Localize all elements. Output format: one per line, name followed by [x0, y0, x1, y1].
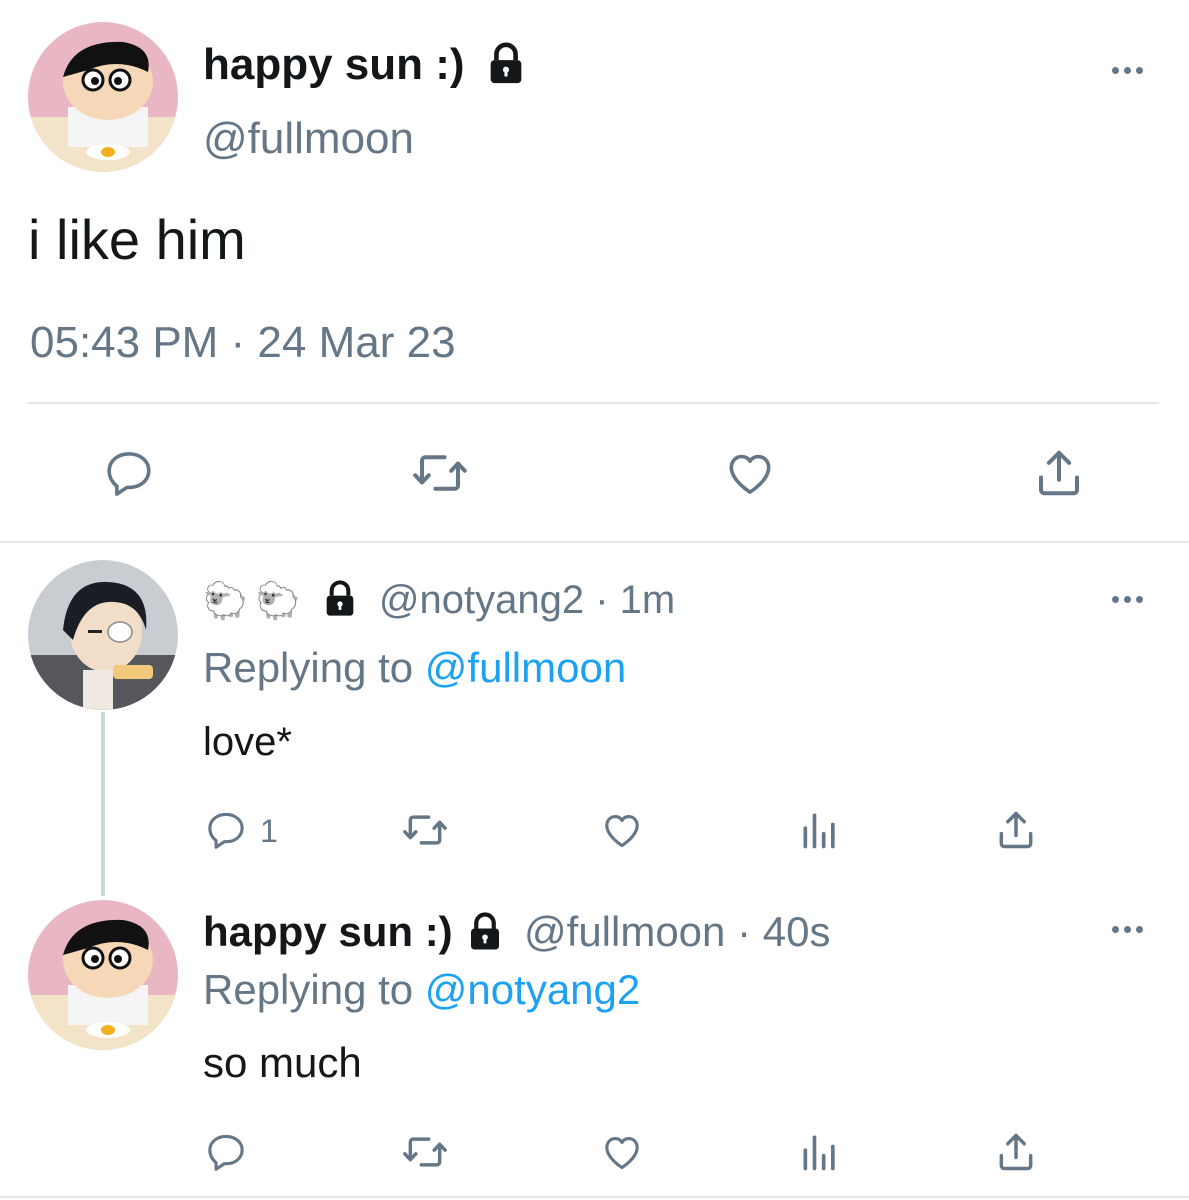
reply2-retweet-icon[interactable] [398, 1128, 452, 1176]
lock-icon [471, 912, 500, 950]
lock-icon [490, 42, 522, 84]
reply1-like-icon[interactable] [598, 806, 646, 854]
main-display-name[interactable]: happy sun :) [203, 38, 529, 92]
reply2-more-icon[interactable] [1112, 926, 1143, 933]
reply2-replying-prefix: Replying to [203, 966, 414, 1013]
reply2-avatar[interactable] [28, 900, 178, 1050]
reply1-display-name[interactable]: 🐑🐑 [203, 580, 309, 621]
reply2-display-name[interactable]: happy sun :) [203, 908, 453, 955]
section-divider [0, 541, 1189, 543]
reply1-share-icon[interactable] [992, 806, 1040, 854]
bottom-divider [0, 1196, 1189, 1198]
share-icon[interactable] [1030, 444, 1088, 502]
reply1-analytics-icon[interactable] [796, 806, 844, 854]
main-divider [28, 402, 1159, 404]
reply1-reply-icon[interactable] [202, 806, 250, 854]
main-more-icon[interactable] [1112, 67, 1143, 74]
reply2-text: so much [203, 1039, 362, 1086]
like-icon[interactable] [720, 444, 780, 502]
reply2-time[interactable]: · 40s [737, 908, 830, 955]
reply2-replying-handle[interactable]: @notyang2 [425, 966, 640, 1013]
reply1-replying-handle[interactable]: @fullmoon [425, 644, 626, 691]
reply2-like-icon[interactable] [598, 1128, 646, 1176]
reply2-replying-to: Replying to @notyang2 [203, 964, 640, 1016]
main-handle[interactable]: @fullmoon [203, 112, 414, 166]
reply1-avatar[interactable] [28, 560, 178, 710]
lock-icon [326, 580, 354, 617]
reply2-reply-icon[interactable] [202, 1128, 250, 1176]
retweet-icon[interactable] [408, 444, 472, 502]
reply1-text: love* [203, 720, 292, 764]
reply1-time[interactable]: · 1m [595, 578, 675, 622]
reply1-replying-prefix: Replying to [203, 644, 414, 691]
reply-icon[interactable] [100, 444, 158, 502]
thread-line [101, 712, 105, 896]
reply2-handle[interactable]: @fullmoon [524, 908, 725, 955]
main-display-name-text: happy sun :) [203, 40, 465, 89]
reply1-retweet-icon[interactable] [398, 806, 452, 854]
reply1-more-icon[interactable] [1112, 596, 1143, 603]
reply2-analytics-icon[interactable] [796, 1128, 844, 1176]
reply2-share-icon[interactable] [992, 1128, 1040, 1176]
reply1-replying-to: Replying to @fullmoon [203, 642, 626, 694]
main-timestamp[interactable]: 05:43 PM · 24 Mar 23 [30, 316, 456, 370]
reply1-handle[interactable]: @notyang2 [379, 578, 584, 622]
reply2-header: happy sun :) @fullmoon · 40s [203, 905, 830, 959]
reply1-header: 🐑🐑 @notyang2 · 1m [203, 574, 675, 627]
main-tweet-text: i like him [28, 208, 246, 271]
reply1-reply-count: 1 [260, 813, 278, 849]
main-avatar[interactable] [28, 22, 178, 172]
